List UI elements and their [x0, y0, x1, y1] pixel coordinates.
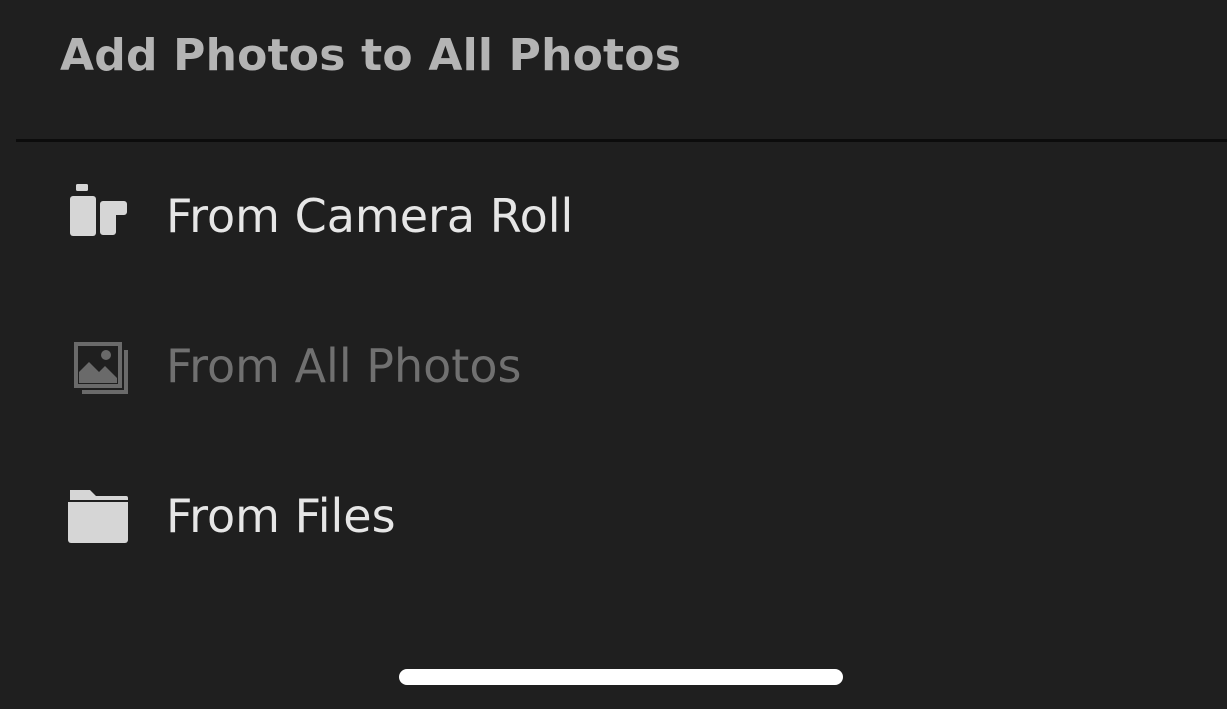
menu-item-from-camera-roll[interactable]: From Camera Roll	[0, 161, 1227, 271]
menu-item-label: From Files	[166, 489, 396, 543]
menu-item-label: From Camera Roll	[166, 189, 574, 243]
sheet-title: Add Photos to All Photos	[60, 30, 682, 81]
photos-icon	[74, 342, 128, 394]
folder-icon	[68, 490, 128, 543]
header-divider	[16, 139, 1227, 142]
home-indicator[interactable]	[399, 669, 843, 685]
camera-roll-icon	[70, 184, 127, 236]
add-photos-sheet: Add Photos to All Photos From Camera Rol…	[0, 0, 1227, 709]
menu-item-label: From All Photos	[166, 339, 522, 393]
menu-item-from-all-photos[interactable]: From All Photos	[0, 311, 1227, 421]
menu-item-from-files[interactable]: From Files	[0, 461, 1227, 571]
